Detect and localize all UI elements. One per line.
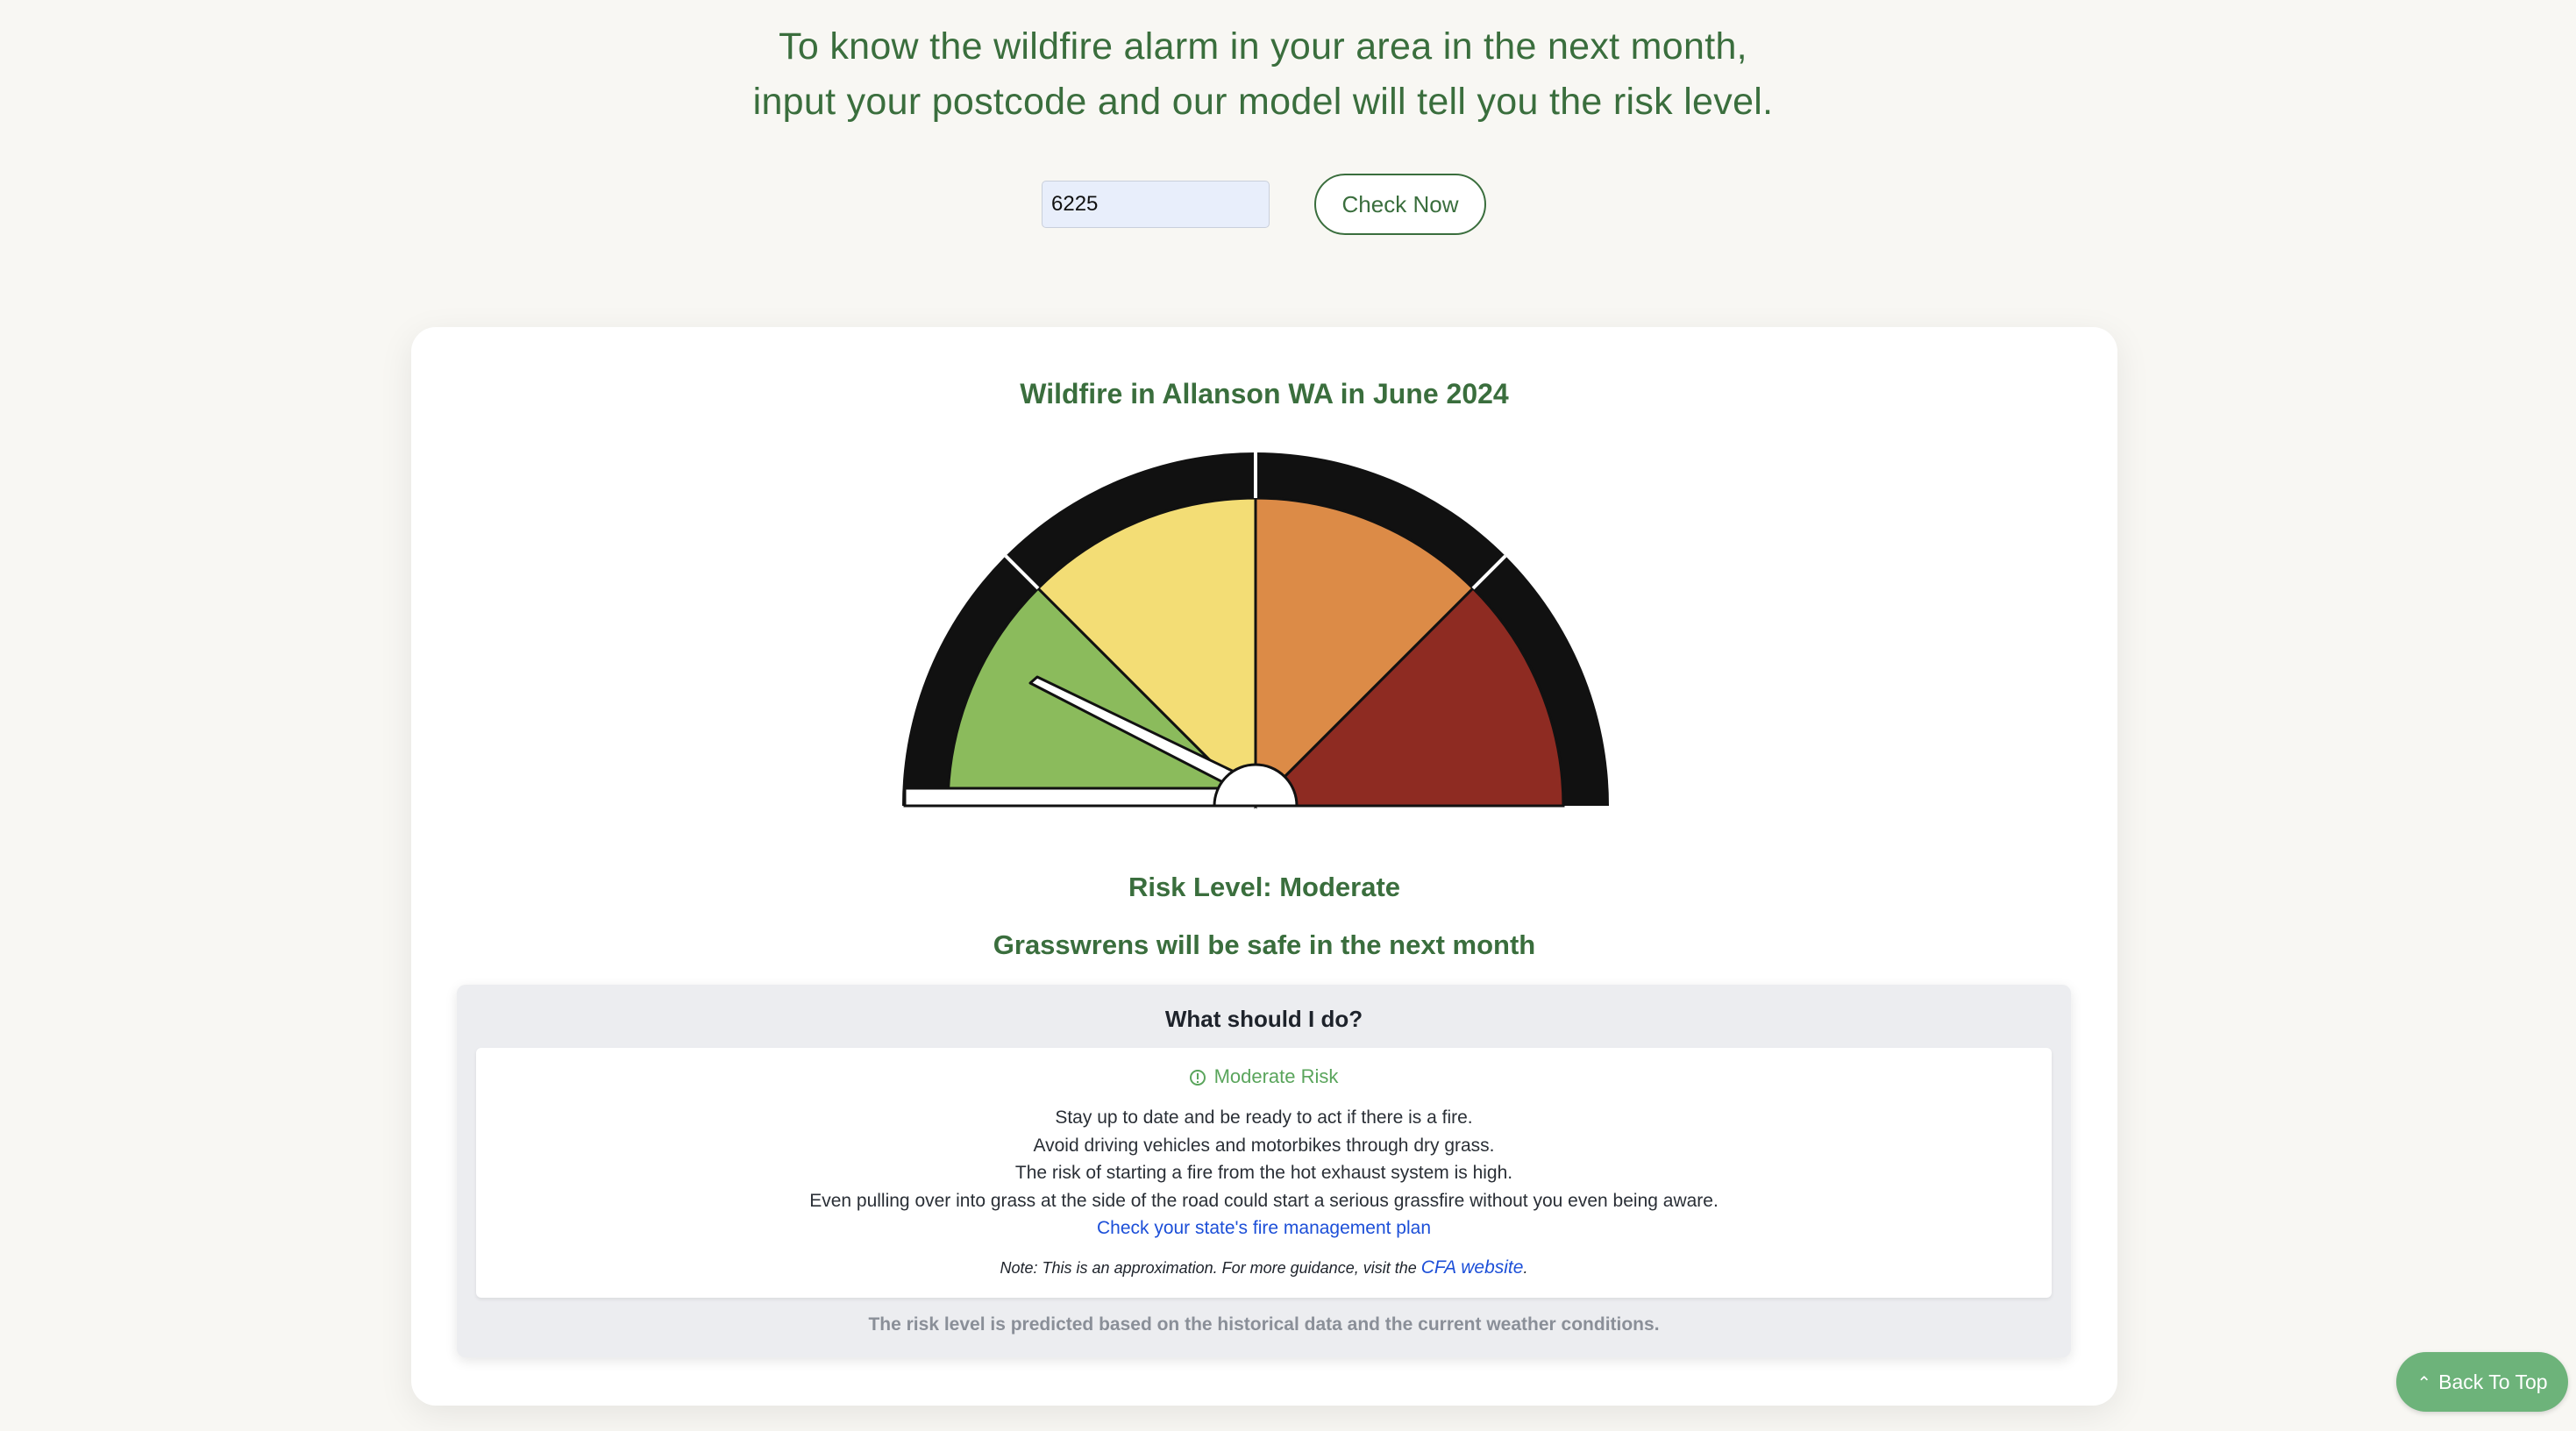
advice-body: Moderate Risk Stay up to date and be rea… bbox=[476, 1048, 2052, 1298]
info-circle-icon bbox=[1189, 1070, 1206, 1086]
back-to-top-button[interactable]: ⌃ Back To Top bbox=[2396, 1352, 2568, 1412]
note-text: Note: This is an approximation. For more… bbox=[1000, 1259, 1417, 1277]
intro-line-1: To know the wildfire alarm in your area … bbox=[779, 25, 1747, 68]
advice-line: Stay up to date and be ready to act if t… bbox=[1055, 1107, 1473, 1128]
intro-line-2: input your postcode and our model will t… bbox=[752, 81, 1774, 123]
check-now-button[interactable]: Check Now bbox=[1314, 174, 1486, 235]
result-card: Wildfire in Allanson WA in June 2024 MOD… bbox=[411, 327, 2117, 1406]
cfa-website-link[interactable]: CFA website bbox=[1421, 1257, 1524, 1278]
risk-message: Grasswrens will be safe in the next mont… bbox=[993, 929, 1536, 960]
approximation-note: Note: This is an approximation. For more… bbox=[476, 1257, 2052, 1278]
gauge-base-bar bbox=[903, 787, 1257, 808]
advice-line: Avoid driving vehicles and motorbikes th… bbox=[1033, 1135, 1495, 1156]
advice-list: Stay up to date and be ready to act if t… bbox=[476, 1104, 2052, 1242]
back-to-top-label: Back To Top bbox=[2438, 1370, 2548, 1393]
advice-line: The risk of starting a fire from the hot… bbox=[1014, 1163, 1513, 1183]
risk-level-text: Risk Level: Moderate bbox=[1128, 872, 1401, 902]
advice-panel: What should I do? Moderate Risk Stay up … bbox=[457, 985, 2071, 1357]
fire-plan-link[interactable]: Check your state's fire management plan bbox=[1097, 1218, 1431, 1238]
note-suffix: . bbox=[1523, 1259, 1528, 1277]
chevron-up-icon: ⌃ bbox=[2416, 1373, 2432, 1393]
risk-gauge: MODERATE HIGH EXTREME CATASTROPHIC bbox=[883, 421, 1631, 809]
risk-badge: Moderate Risk bbox=[476, 1065, 2052, 1088]
intro-text: To know the wildfire alarm in your area … bbox=[0, 19, 2526, 130]
prediction-footnote: The risk level is predicted based on the… bbox=[868, 1314, 1660, 1335]
advice-heading: What should I do? bbox=[1164, 1006, 1363, 1032]
risk-badge-label: Moderate Risk bbox=[1213, 1065, 1339, 1087]
advice-line: Even pulling over into grass at the side… bbox=[809, 1190, 1719, 1211]
postcode-input[interactable] bbox=[1042, 181, 1270, 228]
postcode-form: Check Now bbox=[0, 174, 2576, 237]
